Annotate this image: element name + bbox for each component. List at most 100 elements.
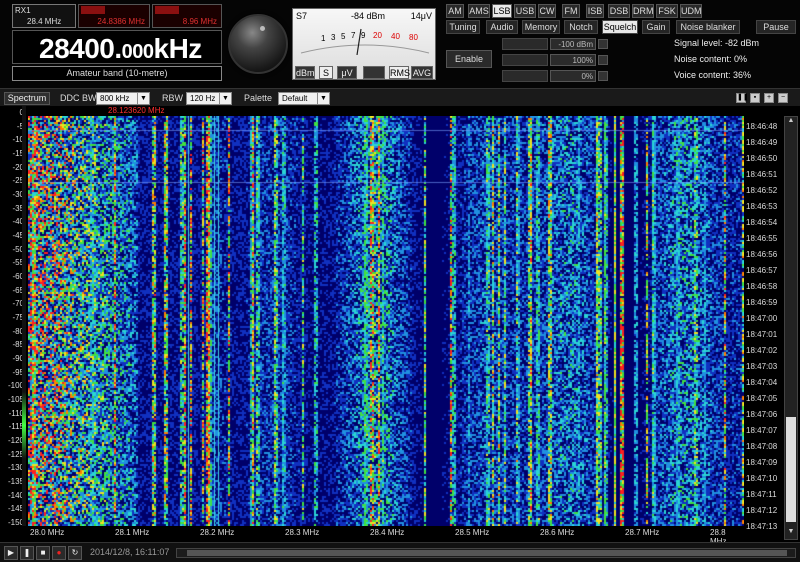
chevron-down-icon[interactable]: ▼ [317,92,330,105]
time-tick-label: 18:47:08 [746,442,778,451]
rx2-selector[interactable]: 24.8386 MHz [78,4,150,28]
s-scale-label: 5 [341,32,346,41]
band-label: Amateur band (10-metre) [12,66,222,81]
record-icon[interactable]: ● [52,546,66,560]
rx1-selector[interactable]: RX1 28.4 MHz [12,4,76,28]
mode-lsb[interactable]: LSB [492,4,512,18]
meter-avg-button[interactable]: AVG [411,66,433,79]
time-tick-label: 18:46:48 [746,122,778,131]
time-tick-label: 18:47:10 [746,474,778,483]
time-tick-label: 18:46:53 [746,202,778,211]
time-tick-label: 18:47:02 [746,346,778,355]
squelch-signal-row: -100 dBm Signal level: -82 dBm [502,38,800,50]
mode-usb[interactable]: USB [514,4,536,18]
time-tick-label: 18:46:50 [746,154,778,163]
tab-tuning[interactable]: Tuning [446,20,480,34]
squelch-voice-threshold[interactable]: 0% [550,70,596,82]
stop-icon[interactable]: ■ [36,546,50,560]
squelch-signal-slider[interactable] [502,38,548,50]
squelch-signal-indicator [598,39,608,49]
waterfall-vertical-scrollbar[interactable]: ▲ ▼ [784,116,798,540]
squelch-voice-indicator [598,71,608,81]
s-scale-label: 1 [321,34,326,43]
pause-icon[interactable]: ❚❚ [736,93,749,103]
tab-memory[interactable]: Memory [522,20,560,34]
mode-fsk[interactable]: FSK [656,4,678,18]
meter-blank-button[interactable] [363,66,385,79]
squelch-signal-threshold[interactable]: -100 dBm [550,38,596,50]
time-tick-label: 18:47:13 [746,522,778,531]
mode-ams[interactable]: AMS [468,4,490,18]
frequency-tick-label: 28.5 MHz [455,528,490,537]
pause-icon[interactable]: ❚ [20,546,34,560]
s-meter-dbm-value: -84 dBm [351,11,386,21]
chevron-down-icon[interactable]: ▼ [219,92,232,105]
time-tick-label: 18:47:03 [746,362,778,371]
squelch-enable-button[interactable]: Enable [446,50,492,68]
squelch-noise-threshold[interactable]: 100% [550,54,596,66]
s-meter-needle [356,28,362,55]
rx2-frequency: 24.8386 MHz [97,17,145,26]
squelch-voice-slider[interactable] [502,70,548,82]
zoom-in-icon[interactable]: + [764,93,774,103]
rx3-selector[interactable]: 8.96 MHz [152,4,222,28]
save-icon[interactable]: ▪ [750,93,760,103]
scroll-up-icon[interactable]: ▲ [786,117,796,127]
time-tick-label: 18:46:49 [746,138,778,147]
zoom-out-icon[interactable]: − [778,93,788,103]
tab-gain[interactable]: Gain [642,20,670,34]
ddc-bw-value: 800 kHz [100,94,130,103]
chevron-down-icon[interactable]: ▼ [137,92,150,105]
time-tick-label: 18:46:56 [746,250,778,259]
tuning-knob[interactable] [228,14,288,74]
frequency-display[interactable]: 28400.000kHz [12,30,222,64]
scroll-down-icon[interactable]: ▼ [786,528,796,538]
squelch-noise-row: 100% Noise content: 0% [502,54,800,66]
mode-drm[interactable]: DRM [632,4,654,18]
tab-audio[interactable]: Audio [486,20,518,34]
play-icon[interactable]: ▶ [4,546,18,560]
mode-fm[interactable]: FM [562,4,580,18]
loop-icon[interactable]: ↻ [68,546,82,560]
mode-dsb[interactable]: DSB [608,4,630,18]
rbw-select[interactable]: 120 Hz ▼ [186,92,232,105]
signal-level-text: Signal level: -82 dBm [674,38,760,48]
mode-isb[interactable]: ISB [586,4,604,18]
frequency-tick-label: 28.2 MHz [200,528,235,537]
noise-content-text: Noise content: 0% [674,54,748,64]
time-tick-label: 18:46:52 [746,186,778,195]
tab-notch[interactable]: Notch [564,20,598,34]
slider-thumb[interactable] [187,550,787,556]
tab-noise-blanker[interactable]: Noise blanker [676,20,740,34]
palette-select[interactable]: Default ▼ [278,92,330,105]
time-tick-label: 18:47:07 [746,426,778,435]
s-meter-s-value: S7 [296,11,308,21]
time-tick-label: 18:47:09 [746,458,778,467]
level-indicator-bar [22,106,26,526]
playback-position-slider[interactable] [176,548,796,558]
mode-am[interactable]: AM [446,4,464,18]
s-scale-label: 3 [331,33,336,42]
recording-timestamp: 2014/12/8, 16:11:07 [90,547,170,557]
spectrum-button[interactable]: Spectrum [4,92,50,105]
tab-squelch[interactable]: Squelch [602,20,638,34]
squelch-noise-slider[interactable] [502,54,548,66]
s-meter-scale: 1 3 5 7 9 20 40 80 [300,28,430,55]
meter-dbm-button[interactable]: dBm [295,66,315,79]
time-tick-label: 18:46:58 [746,282,778,291]
spectrum-toolbar: Spectrum DDC BW 800 kHz ▼ RBW 120 Hz ▼ P… [0,88,800,106]
waterfall-display[interactable] [28,116,744,526]
meter-rms-button[interactable]: RMS [389,66,410,79]
time-tick-label: 18:47:00 [746,314,778,323]
frequency-tick-label: 28.1 MHz [115,528,150,537]
mode-cw[interactable]: CW [538,4,556,18]
squelch-panel: Enable -100 dBm Signal level: -82 dBm 10… [446,36,800,84]
s-meter-arc [300,44,430,54]
ddc-bw-select[interactable]: 800 kHz ▼ [96,92,150,105]
s-scale-label: 9 [361,31,366,40]
scrollbar-thumb[interactable] [786,417,796,522]
meter-s-button[interactable]: S [319,66,333,79]
tab-pause[interactable]: Pause [756,20,796,34]
meter-uv-button[interactable]: μV [337,66,357,79]
mode-udm[interactable]: UDM [680,4,702,18]
